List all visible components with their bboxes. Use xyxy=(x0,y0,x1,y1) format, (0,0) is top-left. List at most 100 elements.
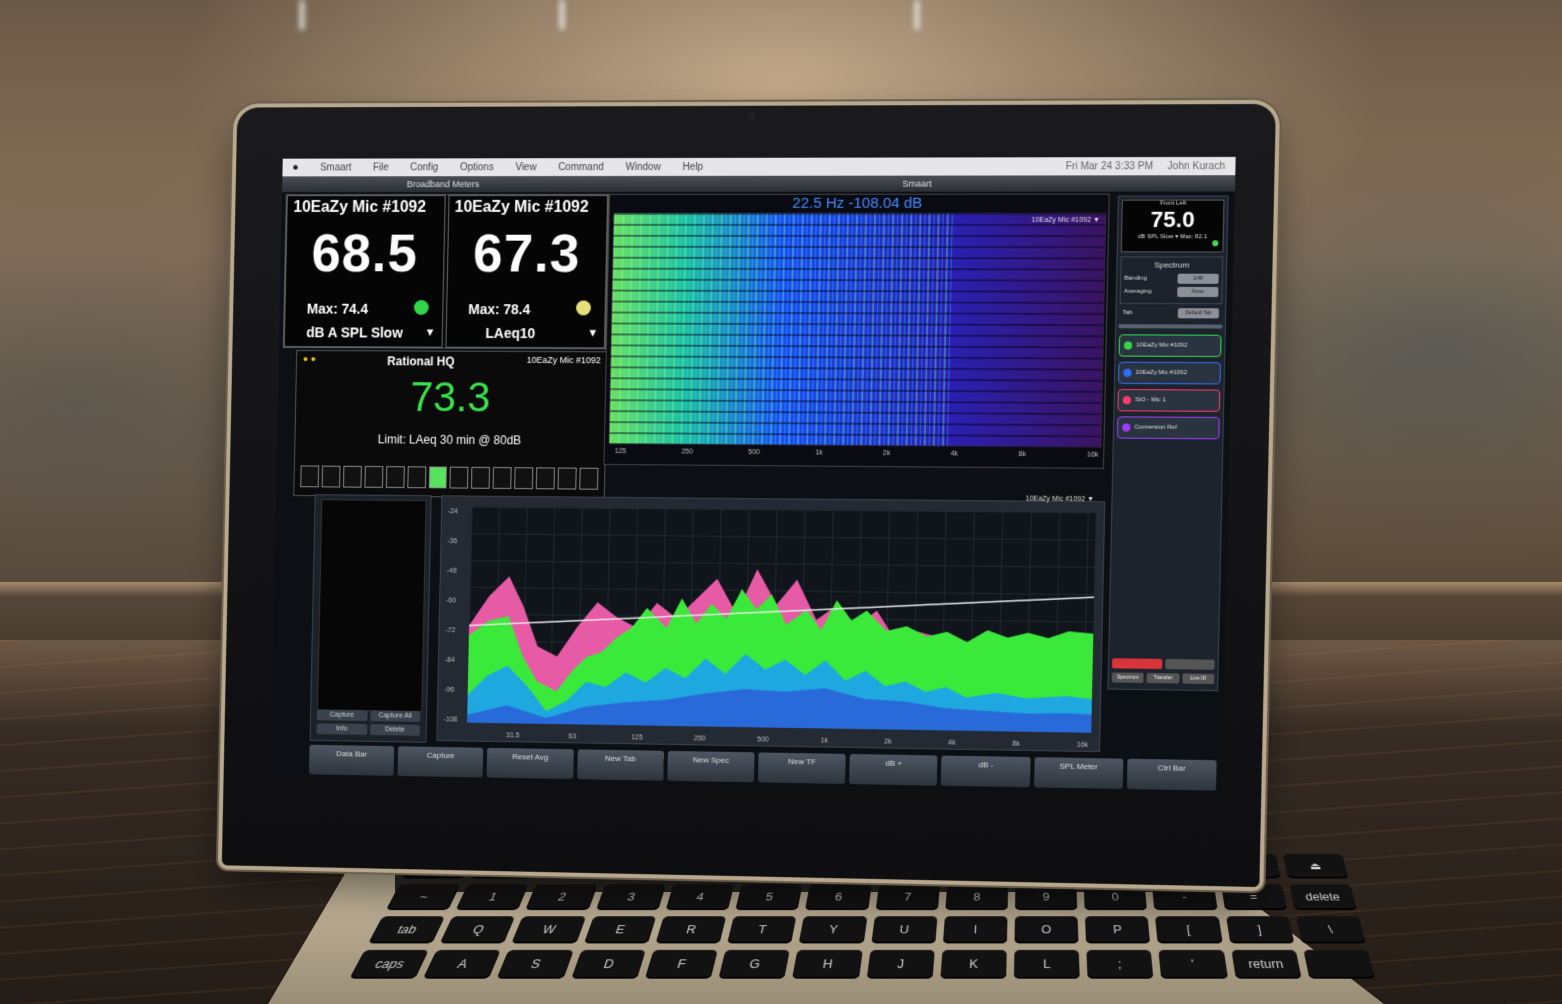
meter-name: 10EaZy Mic #1092 xyxy=(454,198,589,216)
keyboard-key: W xyxy=(511,916,586,944)
app-screen: ● Smaart File Config Options View Comman… xyxy=(270,156,1236,795)
limit-bar-cell xyxy=(471,466,491,489)
x-tick-label: 4k xyxy=(948,739,956,747)
trace-list: 10EaZy Mic #1092 10EaZy Mic #1092 SIO - Mi… xyxy=(1114,334,1225,440)
toolbar-button[interactable]: Capture xyxy=(397,746,484,778)
keyboard-key: 5 xyxy=(735,884,803,911)
keyboard-key: tab xyxy=(368,916,446,944)
limit-bar-cell xyxy=(406,466,426,489)
x-tick-label: 125 xyxy=(614,448,627,456)
capture-all-button[interactable]: Capture All xyxy=(369,710,421,722)
tab-select[interactable]: Default Tab xyxy=(1177,308,1220,319)
stage-light xyxy=(560,0,564,30)
keyboard-key: K xyxy=(940,949,1007,979)
apple-icon[interactable]: ● xyxy=(292,162,299,174)
trace-label: Conversion Ref xyxy=(1134,424,1177,431)
keyboard-key: E xyxy=(583,916,657,944)
toolbar-button[interactable]: dB - xyxy=(941,755,1031,788)
hq-mic-selector[interactable]: 10EaZy Mic #1092 xyxy=(526,355,601,369)
broadband-meters: 10EaZy Mic #1092 68.5 Max: 74.4 dB A SPL… xyxy=(282,193,610,350)
y-tick-label: -48 xyxy=(446,567,457,575)
keyboard-key: A xyxy=(423,949,502,979)
mini-spl-meter[interactable]: Front Left 75.0 dB SPL Slow ▾ Max: 82.1 xyxy=(1120,199,1225,253)
toolbar-button[interactable]: New Tab xyxy=(576,749,664,781)
rta-plot-area[interactable] xyxy=(467,506,1096,733)
menu-command[interactable]: Command xyxy=(558,162,604,173)
transfer-mode-button[interactable]: Transfer xyxy=(1146,672,1180,684)
trace-item[interactable]: 10EaZy Mic #1092 xyxy=(1118,361,1222,385)
toolbar-button[interactable]: Reset Avg xyxy=(486,747,574,780)
toolbar-button[interactable]: SPL Meter xyxy=(1033,757,1124,790)
spectrograph-heatmap[interactable] xyxy=(608,212,1107,448)
keyboard-key: ⏏ xyxy=(1282,853,1349,879)
dropdown-caret-icon[interactable]: ▼ xyxy=(425,327,436,339)
capture-list[interactable] xyxy=(316,499,427,713)
mini-meter-sub: dB SPL Slow ▾ Max: 82.1 xyxy=(1137,234,1208,241)
record-button[interactable] xyxy=(1111,658,1162,670)
trace-item[interactable]: SIO - Mic 1 xyxy=(1117,388,1221,412)
x-tick-label: 31.5 xyxy=(506,732,520,740)
x-tick-label: 2k xyxy=(884,738,892,746)
toggle-button[interactable] xyxy=(1164,658,1215,670)
toolbar-button[interactable]: dB + xyxy=(849,753,938,786)
spectrograph-source[interactable]: 10EaZy Mic #1092 ▼ xyxy=(1031,217,1100,224)
live-ir-mode-button[interactable]: Live IR xyxy=(1181,673,1215,685)
trace-color-icon xyxy=(1123,368,1132,377)
menu-view[interactable]: View xyxy=(515,162,536,173)
menu-smaart[interactable]: Smaart xyxy=(320,162,352,173)
clock: Fri Mar 24 3:33 PM xyxy=(1065,160,1154,172)
keyboard-key: return xyxy=(1230,949,1302,979)
menu-file[interactable]: File xyxy=(373,162,389,173)
banding-select[interactable]: 1/48 xyxy=(1177,273,1219,284)
toolbar-button[interactable]: New Spec xyxy=(667,750,755,783)
keyboard-key: Q xyxy=(439,916,516,944)
x-tick-label: 63 xyxy=(568,733,577,741)
limit-progress-bar xyxy=(300,465,599,490)
keyboard-key: D xyxy=(570,949,646,979)
averaging-select[interactable]: None xyxy=(1177,286,1219,298)
trace-color-icon xyxy=(1123,341,1133,350)
averaging-row: Averaging None xyxy=(1123,286,1219,298)
user-name[interactable]: John Kurach xyxy=(1167,160,1225,171)
hq-value: 73.3 xyxy=(409,373,491,421)
menu-window[interactable]: Window xyxy=(625,161,661,172)
trace-item[interactable]: 10EaZy Mic #1092 xyxy=(1118,334,1222,358)
meter-mode: LAeq10 xyxy=(485,325,536,342)
spl-meter-2[interactable]: 10EaZy Mic #1092 67.3 Max: 78.4 LAeq10 ▼ xyxy=(444,194,609,349)
keyboard-key: 9 xyxy=(1014,884,1078,911)
keyboard-key: - xyxy=(1152,884,1218,911)
status-dot-icon xyxy=(575,300,592,316)
menu-config[interactable]: Config xyxy=(410,162,438,173)
spectrograph[interactable]: 22.5 Hz -108.04 dB 10EaZy Mic #1092 ▼ 12… xyxy=(603,193,1110,469)
row-label: Averaging xyxy=(1123,288,1152,295)
spectrum-mode-button[interactable]: Spectrum xyxy=(1111,672,1144,683)
delete-button[interactable]: Delete xyxy=(369,724,421,736)
camera-icon xyxy=(747,112,756,121)
toolbar-button[interactable]: New TF xyxy=(757,752,846,785)
keyboard-key: 1 xyxy=(455,884,530,911)
info-button[interactable]: Info xyxy=(316,723,367,735)
menu-options[interactable]: Options xyxy=(460,162,494,173)
trace-item[interactable]: Conversion Ref xyxy=(1116,416,1220,440)
y-tick-label: -60 xyxy=(446,597,457,605)
banding-row: Banding 1/48 xyxy=(1124,273,1219,284)
keyboard-key: 2 xyxy=(525,884,598,911)
slider[interactable] xyxy=(1118,324,1223,329)
keyboard-key: [ xyxy=(1155,916,1223,944)
menu-help[interactable]: Help xyxy=(683,161,704,172)
spl-meter-1[interactable]: 10EaZy Mic #1092 68.5 Max: 74.4 dB A SPL… xyxy=(283,195,446,348)
meter-name: 10EaZy Mic #1092 xyxy=(293,199,427,216)
rta-source[interactable]: 10EaZy Mic #1092 ▼ xyxy=(1026,496,1095,504)
keyboard-key: ' xyxy=(1158,949,1228,979)
toolbar-button[interactable]: Data Bar xyxy=(308,744,395,776)
toolbar-button[interactable]: Ctrl Bar xyxy=(1126,758,1217,791)
keyboard-key: 6 xyxy=(805,884,872,911)
y-tick-label: -84 xyxy=(444,656,455,664)
rta-y-axis: -24 -36 -48 -60 -72 -84 -96 -108 xyxy=(442,496,1104,723)
keyboard-key: ] xyxy=(1225,916,1295,944)
dropdown-caret-icon[interactable]: ▼ xyxy=(587,327,598,339)
capture-panel: Capture Capture All Info Delete xyxy=(309,494,432,743)
x-tick-label: 8k xyxy=(1018,451,1027,459)
capture-button[interactable]: Capture xyxy=(316,709,368,722)
section-title: Spectrum xyxy=(1154,260,1190,270)
